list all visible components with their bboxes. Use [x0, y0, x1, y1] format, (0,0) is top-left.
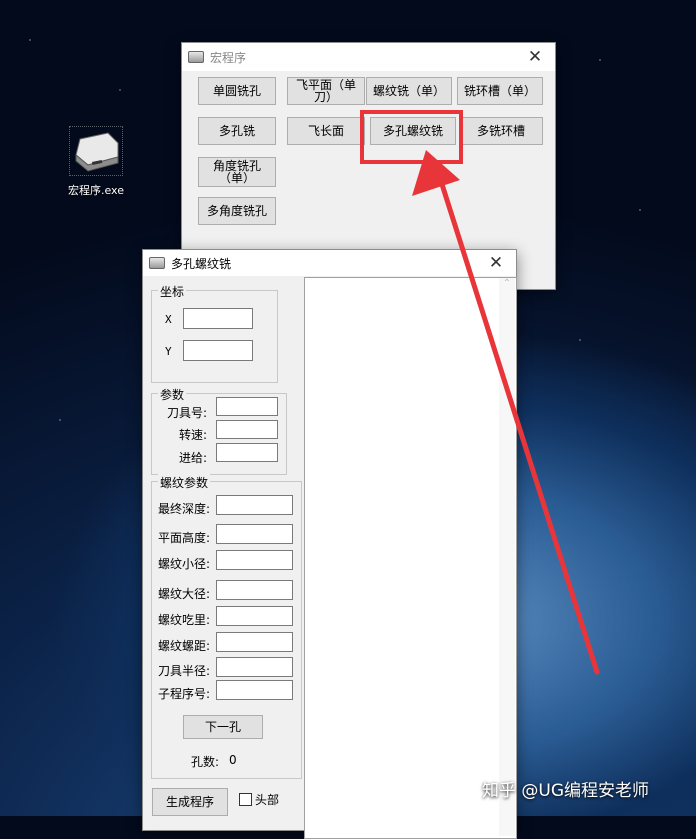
thread-engage-label: 螺纹吃里: [158, 613, 211, 627]
btn-thread-mill-single[interactable]: 螺纹铣（单） [366, 77, 452, 105]
param-group-caption: 参数 [158, 386, 187, 403]
sub-window[interactable]: 多孔螺纹铣 ✕ ⌃ 坐标 X Y 参数 刀具号: 转速: 进给: 螺纹参数 最终… [142, 249, 517, 839]
y-label: Y [165, 345, 172, 358]
btn-angle-hole-single-label: 角度铣孔（单） [212, 159, 261, 185]
coord-group-caption: 坐标 [158, 283, 187, 300]
thread-param-group-caption: 螺纹参数 [158, 474, 211, 491]
thread-engage-input[interactable] [216, 606, 293, 626]
watermark: 知乎 @UG编程安老师 [482, 781, 650, 801]
tool-number-label: 刀具号: [167, 406, 208, 420]
final-depth-label: 最终深度: [158, 502, 211, 516]
btn-single-circle-mill[interactable]: 单圆铣孔 [198, 77, 276, 105]
btn-multi-hole-mill[interactable]: 多孔铣 [198, 117, 276, 145]
close-icon[interactable]: ✕ [515, 43, 555, 71]
x-input[interactable] [183, 308, 253, 329]
main-window-title: 宏程序 [210, 50, 247, 65]
coord-group: 坐标 [151, 283, 278, 383]
x-label: X [165, 313, 172, 326]
scrollbar[interactable]: ⌃ [499, 278, 515, 836]
btn-face-mill-single-label: 飞平面（单刀） [295, 78, 356, 104]
btn-multi-angle-hole[interactable]: 多角度铣孔 [198, 197, 276, 225]
subprogram-number-input[interactable] [216, 680, 293, 700]
btn-long-face-mill[interactable]: 飞长面 [287, 117, 365, 145]
app-icon [188, 51, 204, 63]
main-window-titlebar[interactable]: 宏程序 ✕ [182, 43, 555, 71]
tool-radius-input[interactable] [216, 657, 293, 677]
btn-angle-hole-single[interactable]: 角度铣孔（单） [198, 157, 276, 187]
y-input[interactable] [183, 340, 253, 361]
tool-number-input[interactable] [216, 397, 278, 416]
feed-input[interactable] [216, 443, 278, 462]
thread-major-dia-label: 螺纹大径: [158, 587, 211, 601]
thread-pitch-label: 螺纹螺距: [158, 639, 211, 653]
thread-pitch-input[interactable] [216, 632, 293, 652]
desktop-icon-label: 宏程序.exe [67, 184, 124, 197]
btn-face-mill-single[interactable]: 飞平面（单刀） [287, 77, 365, 105]
spindle-speed-label: 转速: [179, 428, 208, 442]
drive-icon [69, 126, 123, 176]
sub-window-titlebar[interactable]: 多孔螺纹铣 ✕ [143, 250, 516, 276]
app-icon [149, 257, 165, 269]
btn-ring-groove-single[interactable]: 铣环槽（单） [457, 77, 543, 105]
next-hole-button[interactable]: 下一孔 [183, 715, 263, 739]
plane-height-label: 平面高度: [158, 531, 211, 545]
final-depth-input[interactable] [216, 495, 293, 515]
scroll-up-icon[interactable]: ⌃ [499, 278, 515, 289]
hole-count-value: 0 [229, 753, 237, 767]
spindle-speed-input[interactable] [216, 420, 278, 439]
btn-multi-ring-groove[interactable]: 多铣环槽 [459, 117, 543, 145]
hole-count-label: 孔数: [191, 755, 220, 769]
desktop-icon-macro-exe[interactable]: 宏程序.exe [60, 126, 132, 198]
thread-minor-dia-input[interactable] [216, 550, 293, 570]
feed-label: 进给: [179, 451, 208, 465]
program-output-area[interactable] [304, 277, 517, 839]
close-icon[interactable]: ✕ [476, 250, 516, 276]
thread-major-dia-input[interactable] [216, 580, 293, 600]
header-checkbox[interactable] [239, 793, 252, 806]
tool-radius-label: 刀具半径: [158, 664, 211, 678]
subprogram-number-label: 子程序号: [158, 687, 211, 701]
generate-program-button[interactable]: 生成程序 [152, 788, 228, 816]
sub-window-title: 多孔螺纹铣 [171, 256, 232, 271]
plane-height-input[interactable] [216, 524, 293, 544]
header-checkbox-label: 头部 [255, 793, 280, 807]
thread-minor-dia-label: 螺纹小径: [158, 557, 211, 571]
highlight-box [360, 110, 463, 164]
